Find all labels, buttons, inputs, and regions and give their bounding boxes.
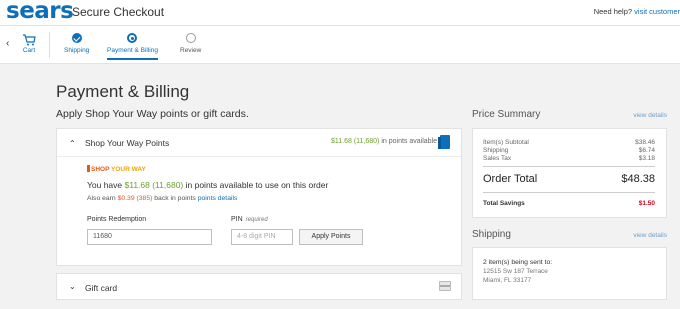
- pin-label: PIN required: [231, 216, 268, 223]
- price-summary-panel: Item(s) Subtotal $38.46 Shipping $6.74 S…: [472, 128, 667, 218]
- help-text: Need help? visit customer: [594, 7, 680, 16]
- summary-row-shipping: Shipping $6.74: [483, 147, 655, 154]
- step-shipping-label: Shipping: [64, 47, 90, 54]
- points-available-amount: $11.68 (11,680): [331, 138, 380, 145]
- shipping-address-line2: Miami, FL 33177: [483, 277, 532, 284]
- gift-card-title: Gift card: [85, 283, 118, 293]
- cart-label: Cart: [22, 47, 36, 54]
- syw-logo-way: YOUR WAY: [111, 166, 146, 173]
- order-total-row: Order Total $48.38: [483, 173, 655, 185]
- step-pending-icon: [185, 33, 196, 43]
- syw-panel-title: Shop Your Way Points: [85, 138, 170, 148]
- points-earn-text: Also earn $0.39 (385) back in points poi…: [87, 195, 237, 202]
- step-review-label: Review: [180, 47, 202, 54]
- gift-card-panel[interactable]: ⌄ Gift card: [56, 273, 462, 300]
- step-payment-billing[interactable]: Payment & Billing: [107, 33, 158, 60]
- page-title: Payment & Billing: [56, 82, 190, 101]
- sears-logo[interactable]: sears: [6, 0, 74, 24]
- points-redemption-input[interactable]: 11680: [87, 229, 212, 245]
- section-subtitle: Apply Shop Your Way points or gift cards…: [56, 108, 249, 120]
- apply-points-button[interactable]: Apply Points: [299, 229, 363, 245]
- points-available: $11.68 (11,680) in points available: [331, 138, 437, 145]
- points-details-link[interactable]: points details: [198, 195, 238, 202]
- shipping-label: Shipping: [483, 147, 509, 154]
- nav-divider: [49, 32, 50, 58]
- syw-logo-shop: SHOP: [91, 166, 111, 173]
- points-redemption-label: Points Redemption: [87, 216, 147, 223]
- syw-panel-header[interactable]: ⌃ Shop Your Way Points $11.68 (11,680) i…: [57, 129, 461, 157]
- active-step-underline: [107, 58, 158, 60]
- syw-points-panel: ⌃ Shop Your Way Points $11.68 (11,680) i…: [56, 128, 462, 266]
- tax-label: Sales Tax: [483, 155, 512, 162]
- back-chevron-icon[interactable]: ‹: [6, 38, 9, 49]
- shipping-value: $6.74: [638, 147, 655, 154]
- step-complete-icon: [71, 33, 82, 43]
- gift-card-icon: [439, 281, 451, 291]
- step-shipping[interactable]: Shipping: [64, 33, 89, 54]
- shipping-items-text: 2 item(s) being sent to:: [483, 259, 553, 266]
- points-have-text: You have $11.68 (11,680) in points avail…: [87, 180, 328, 190]
- points-available-suffix: in points available: [381, 138, 437, 145]
- price-summary-view-details-link[interactable]: view details: [633, 112, 667, 119]
- pin-label-text: PIN: [231, 216, 243, 223]
- tax-value: $3.18: [638, 155, 655, 162]
- order-total-value: $48.38: [621, 173, 655, 185]
- order-total-label: Order Total: [483, 173, 538, 185]
- subtotal-label: Item(s) Subtotal: [483, 139, 529, 146]
- shipping-view-details-link[interactable]: view details: [633, 232, 667, 239]
- syw-card-icon: [438, 135, 450, 149]
- help-link[interactable]: visit customer: [634, 7, 680, 16]
- total-savings-value: $1.50: [638, 200, 655, 207]
- site-header: sears Secure Checkout Need help? visit c…: [0, 0, 680, 26]
- shipping-section-title: Shipping: [472, 229, 511, 240]
- subtotal-value: $38.46: [635, 139, 655, 146]
- step-payment-label: Payment & Billing: [107, 47, 158, 54]
- pin-required-text: required: [245, 217, 268, 223]
- earn-amount: $0.39 (385): [117, 195, 153, 202]
- step-current-icon: [127, 33, 138, 43]
- total-savings-label: Total Savings: [483, 200, 525, 207]
- shipping-panel: 2 item(s) being sent to: 12515 Sw 187 Te…: [472, 247, 667, 300]
- shop-your-way-logo: SHOP YOUR WAY: [87, 165, 146, 173]
- step-review[interactable]: Review: [180, 33, 201, 54]
- pin-input[interactable]: 4-8 digit PIN: [231, 229, 293, 245]
- chevron-down-icon[interactable]: ⌄: [69, 282, 76, 291]
- chevron-up-icon[interactable]: ⌃: [69, 139, 76, 148]
- price-summary-title: Price Summary: [472, 109, 541, 120]
- earn-suffix: back in points: [152, 195, 198, 202]
- earn-prefix: Also earn: [87, 195, 118, 202]
- summary-row-subtotal: Item(s) Subtotal $38.46: [483, 139, 655, 146]
- savings-divider: [483, 192, 655, 193]
- summary-row-tax: Sales Tax $3.18: [483, 155, 655, 162]
- help-label: Need help?: [593, 7, 633, 16]
- have-prefix: You have: [87, 180, 125, 190]
- have-suffix: in points available to use on this order: [183, 180, 329, 190]
- shipping-address-line1: 12515 Sw 187 Terrace: [483, 268, 548, 275]
- checkout-steps: ‹ Cart Shipping Payment & Billing Review: [0, 26, 680, 64]
- have-amount: $11.68 (11,680): [124, 180, 184, 190]
- cart-button[interactable]: Cart: [18, 34, 40, 54]
- total-savings-row: Total Savings $1.50: [483, 200, 655, 207]
- page-header-title: Secure Checkout: [72, 5, 165, 19]
- cart-icon: [23, 34, 36, 46]
- syw-mark-icon: [87, 165, 90, 172]
- summary-divider: [483, 166, 655, 167]
